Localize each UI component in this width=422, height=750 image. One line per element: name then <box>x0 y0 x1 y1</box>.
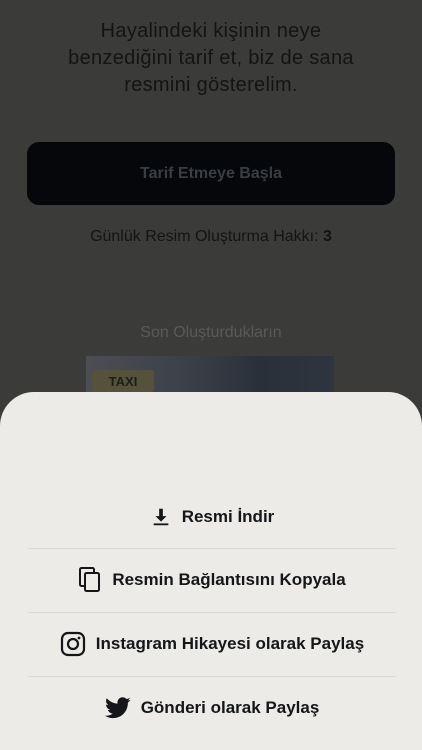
instagram-icon <box>60 631 86 657</box>
share-bottom-sheet: Resmi İndir Resmin Bağlantısını Kopyala … <box>0 392 422 750</box>
intro-line: benzediğini tarif et, biz de sana <box>68 47 354 69</box>
daily-quota-value: 3 <box>323 228 332 245</box>
download-icon <box>150 506 172 528</box>
start-describing-label: Tarif Etmeye Başla <box>140 164 282 182</box>
share-as-post-button[interactable]: Gönderi olarak Paylaş <box>28 677 396 739</box>
intro-line: Hayalindeki kişinin neye <box>100 20 322 42</box>
copy-link-button[interactable]: Resmin Bağlantısını Kopyala <box>28 549 396 611</box>
download-image-label: Resmi İndir <box>181 507 275 526</box>
share-instagram-story-button[interactable]: Instagram Hikayesi olarak Paylaş <box>28 613 396 675</box>
twitter-icon <box>104 697 131 719</box>
share-instagram-story-label: Instagram Hikayesi olarak Paylaş <box>95 634 365 653</box>
recent-creations-title: Son Oluşturdukların <box>140 324 282 341</box>
download-image-button[interactable]: Resmi İndir <box>28 486 396 548</box>
share-as-post-label: Gönderi olarak Paylaş <box>140 698 320 717</box>
daily-quota-label: Günlük Resim Oluşturma Hakkı: <box>90 228 319 245</box>
daily-quota: Günlük Resim Oluşturma Hakkı: 3 <box>0 228 422 246</box>
intro-line: resmini gösterelim. <box>124 74 298 96</box>
copy-icon <box>78 567 102 593</box>
start-describing-button[interactable]: Tarif Etmeye Başla <box>27 142 395 205</box>
intro-text: Hayalindeki kişinin neye benzediğini tar… <box>30 18 392 99</box>
copy-link-label: Resmin Bağlantısını Kopyala <box>112 570 346 589</box>
thumbnail-taxi-sign: TAXI <box>92 370 154 392</box>
